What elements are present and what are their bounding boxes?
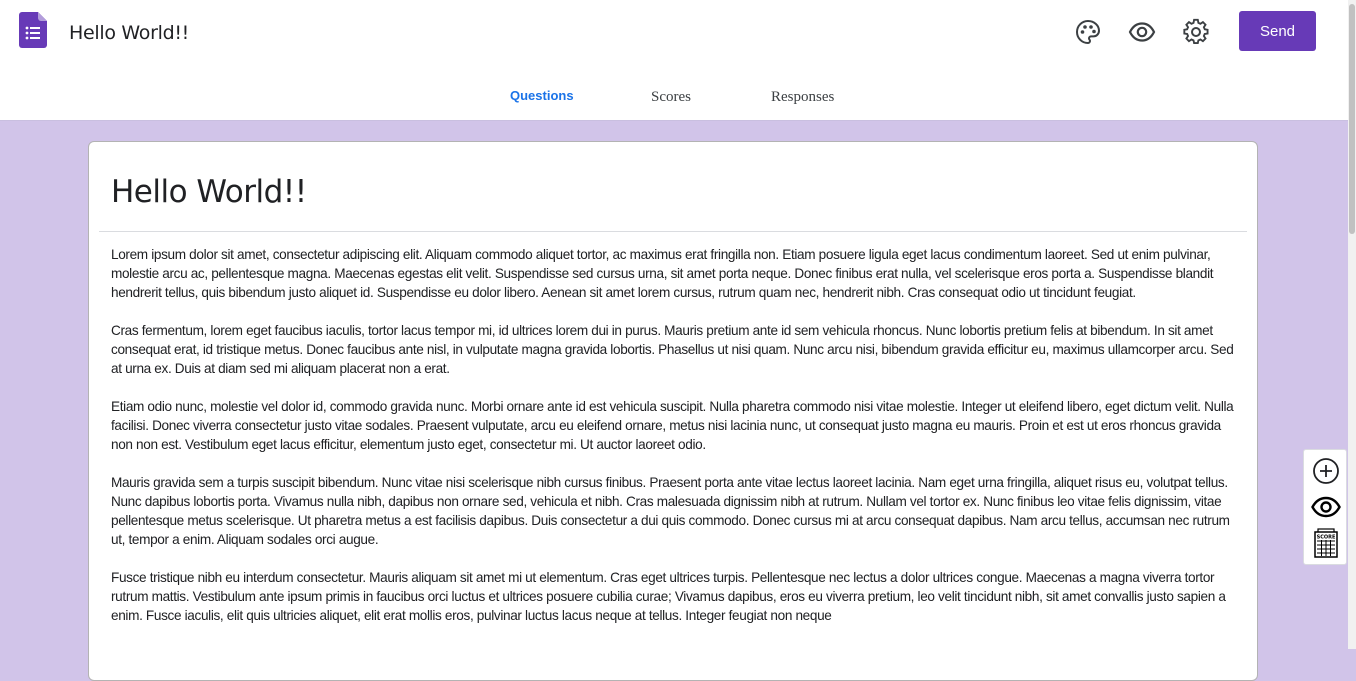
score-sheet-button[interactable]: SCORE	[1311, 528, 1341, 558]
description-paragraph: Lorem ipsum dolor sit amet, consectetur …	[111, 247, 1214, 300]
form-card: Hello World!! Lorem ipsum dolor sit amet…	[88, 141, 1258, 681]
forms-logo-icon[interactable]	[19, 12, 47, 48]
palette-icon[interactable]	[1074, 18, 1102, 46]
description-paragraph: Mauris gravida sem a turpis suscipit bib…	[111, 475, 1230, 547]
tab-responses[interactable]: Responses	[771, 89, 834, 106]
description-paragraph: Cras fermentum, lorem eget faucibus iacu…	[111, 323, 1234, 376]
form-title[interactable]: Hello World!!	[111, 174, 307, 210]
score-sheet-icon: SCORE	[1314, 528, 1338, 558]
description-paragraph: Etiam odio nunc, molestie vel dolor id, …	[111, 399, 1234, 452]
top-bar: Hello World!! Send Questions Scores Resp…	[0, 0, 1356, 121]
add-circle-icon	[1313, 458, 1339, 484]
form-description[interactable]: Lorem ipsum dolor sit amet, consectetur …	[111, 245, 1237, 644]
preview-eye-icon[interactable]	[1128, 18, 1156, 46]
scrollbar-thumb[interactable]	[1349, 4, 1355, 234]
add-question-button[interactable]	[1311, 456, 1341, 486]
preview-eye-icon	[1311, 496, 1341, 518]
settings-gear-icon[interactable]	[1182, 18, 1210, 46]
send-button[interactable]: Send	[1239, 11, 1316, 51]
app-title[interactable]: Hello World!!	[69, 22, 189, 44]
description-paragraph: Fusce tristique nibh eu interdum consect…	[111, 570, 1226, 623]
preview-button[interactable]	[1311, 492, 1341, 522]
page-scrollbar[interactable]	[1348, 0, 1356, 649]
side-toolbar: SCORE	[1303, 449, 1347, 565]
title-divider	[99, 231, 1247, 232]
tab-scores[interactable]: Scores	[651, 89, 691, 106]
score-icon-label: SCORE	[1317, 535, 1336, 541]
tab-questions[interactable]: Questions	[510, 88, 574, 103]
